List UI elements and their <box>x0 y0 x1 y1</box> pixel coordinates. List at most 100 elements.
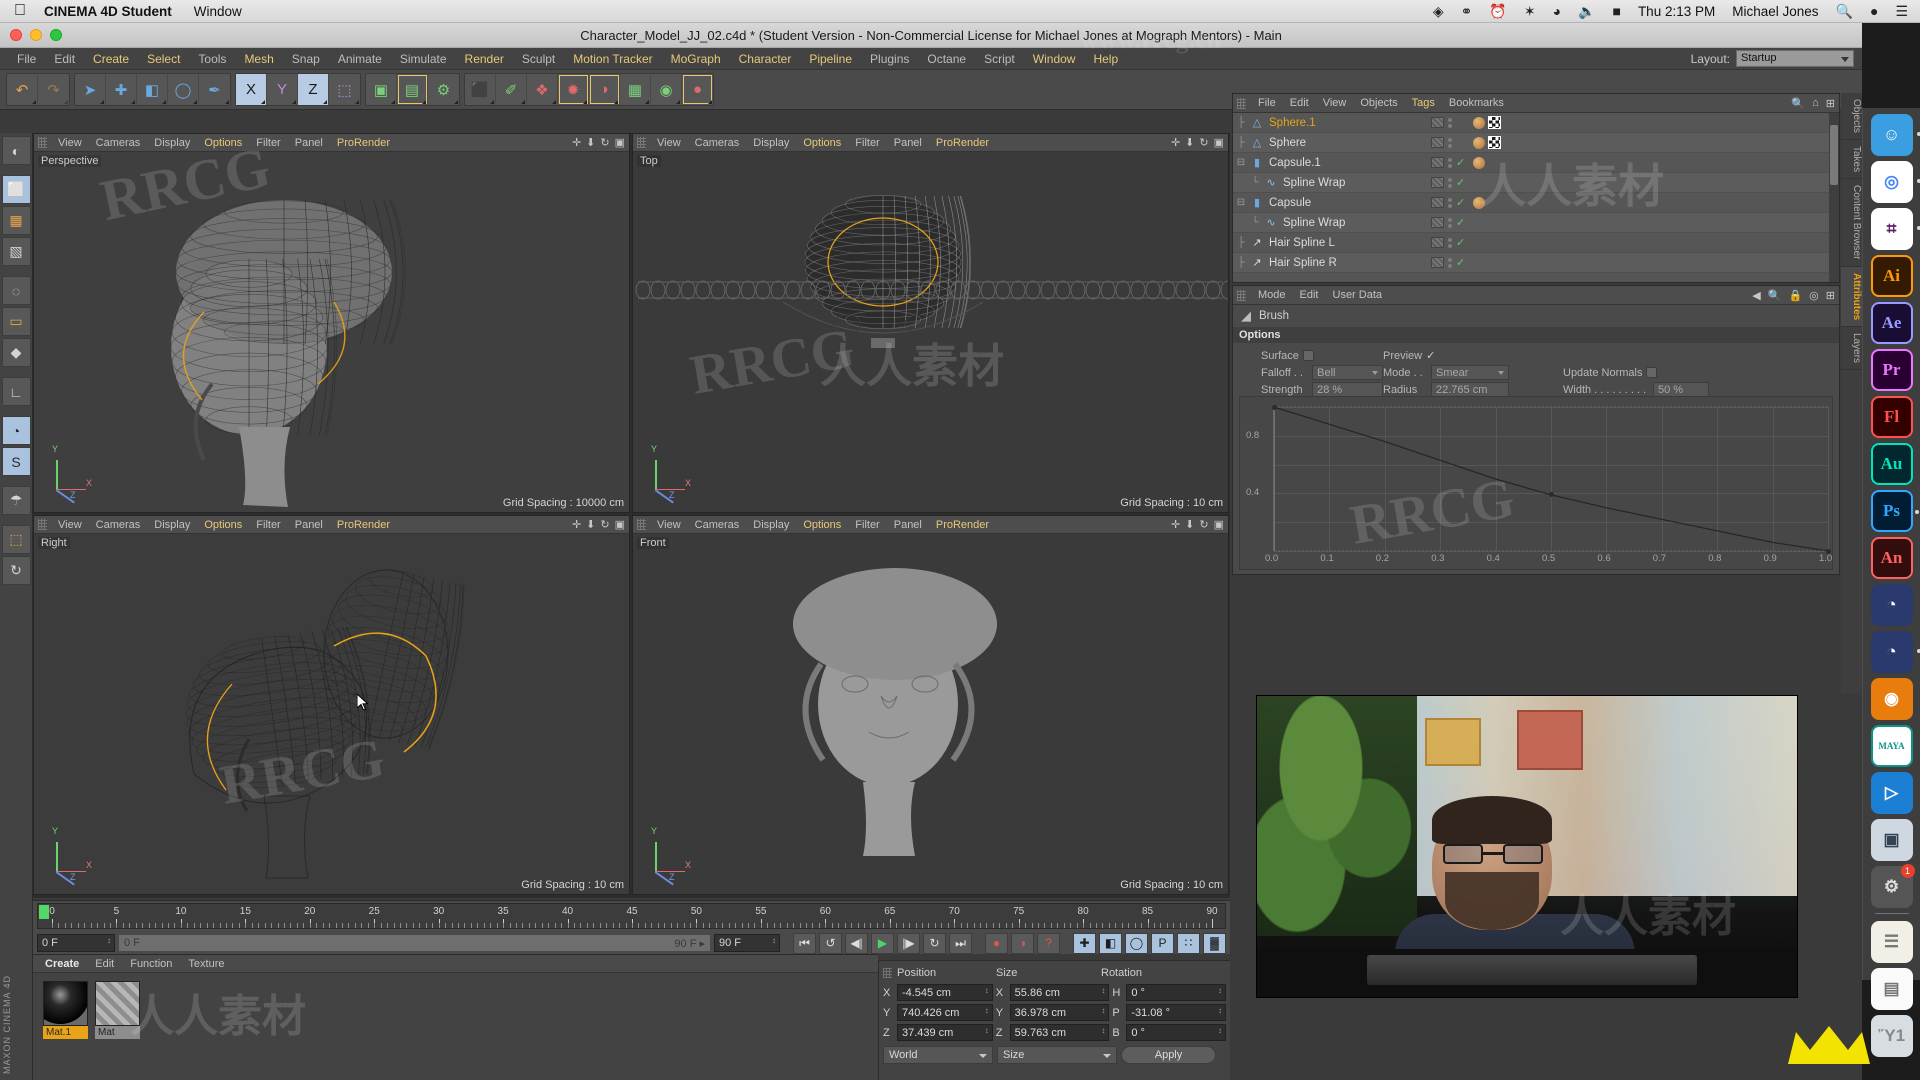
autokeying-button[interactable]: ◑ <box>1011 933 1034 954</box>
creative-cloud-icon[interactable]: ⚭ <box>1461 4 1473 18</box>
audition-icon[interactable]: Au <box>1871 443 1913 485</box>
polygon-mode-icon[interactable]: ◆ <box>2 338 31 367</box>
slack-icon[interactable]: ⌗ <box>1871 208 1913 250</box>
menu-octane[interactable]: Octane <box>918 48 975 70</box>
panel-grip-icon[interactable] <box>1237 98 1246 109</box>
chart-control-point[interactable] <box>1549 492 1554 497</box>
object-tree-connector[interactable]: └ <box>1247 177 1263 188</box>
menu-edit[interactable]: Edit <box>45 48 84 70</box>
viewport-menu-prorender[interactable]: ProRender <box>929 137 996 149</box>
material-item[interactable]: Mat <box>95 981 140 1039</box>
flash-icon[interactable]: Fl <box>1871 396 1913 438</box>
viewport-menu-view[interactable]: View <box>51 137 89 149</box>
viewport-menu-filter[interactable]: Filter <box>249 137 287 149</box>
coord-rotation-field[interactable]: -31.08 °↕ <box>1126 1004 1226 1021</box>
object-name[interactable]: Hair Spline L <box>1269 237 1335 249</box>
macos-active-app-name[interactable]: CINEMA 4D Student <box>44 4 172 19</box>
photoshop-icon[interactable]: Ps <box>1871 490 1913 532</box>
rotate-tool-icon[interactable]: ◯ <box>168 74 199 105</box>
panel-grip-icon[interactable] <box>637 137 646 148</box>
render-region-icon[interactable]: ▤ <box>397 74 428 105</box>
menu-tools[interactable]: Tools <box>189 48 235 70</box>
current-time-marker[interactable] <box>39 905 49 919</box>
viewport-right[interactable]: ViewCamerasDisplayOptionsFilterPanelProR… <box>33 515 630 895</box>
environment-icon[interactable]: ◑ <box>589 74 620 105</box>
quicktime-icon[interactable]: ▷ <box>1871 772 1913 814</box>
lock-icon[interactable]: 🔒 <box>1788 289 1802 302</box>
viewport-menu-panel[interactable]: Panel <box>288 519 330 531</box>
viewport-menu-display[interactable]: Display <box>746 137 796 149</box>
orbit-icon[interactable]: ↻ <box>1199 518 1208 531</box>
viewport-menu-view[interactable]: View <box>51 519 89 531</box>
menu-animate[interactable]: Animate <box>329 48 391 70</box>
finder-icon[interactable]: ☺ <box>1871 114 1913 156</box>
maya-icon[interactable]: MAYA <box>1871 725 1913 767</box>
object-row[interactable]: ├↗Hair Spline R✓ <box>1233 253 1829 273</box>
dropbox-icon[interactable]: ◈ <box>1433 4 1444 18</box>
object-name[interactable]: Hair Spline R <box>1269 257 1337 269</box>
object-visibility-editor-dot[interactable] <box>1448 238 1452 248</box>
menu-script[interactable]: Script <box>975 48 1024 70</box>
panel-grip-icon[interactable] <box>883 968 892 978</box>
object-name[interactable]: Capsule <box>1269 197 1311 209</box>
menu-simulate[interactable]: Simulate <box>391 48 456 70</box>
system-preferences-icon[interactable]: ⚙1 <box>1871 866 1913 908</box>
add-icon[interactable]: ⊞ <box>1826 289 1835 302</box>
point-mode-icon[interactable]: ◌ <box>2 276 31 305</box>
polygon-grid-icon[interactable]: ▧ <box>2 237 31 266</box>
axis-z-icon[interactable]: Z <box>298 74 329 105</box>
workplane-rotate-icon[interactable]: ↻ <box>2 556 31 585</box>
bluetooth-icon[interactable]: ✶ <box>1524 4 1536 18</box>
axis-y-icon[interactable]: Y <box>267 74 298 105</box>
material-tag[interactable] <box>1473 157 1485 169</box>
viewport-menu-cameras[interactable]: Cameras <box>89 519 148 531</box>
light-icon[interactable]: ● <box>682 74 713 105</box>
object-visibility-editor-dot[interactable] <box>1448 158 1452 168</box>
macos-user-name[interactable]: Michael Jones <box>1732 4 1818 19</box>
viewport-menu-options[interactable]: Options <box>796 519 848 531</box>
menu-pipeline[interactable]: Pipeline <box>800 48 861 70</box>
viewport-menu-options[interactable]: Options <box>197 519 249 531</box>
strength-field[interactable]: 28 % <box>1312 382 1383 397</box>
objmgr-menu-objects[interactable]: Objects <box>1353 97 1404 109</box>
uvw-tag[interactable] <box>1488 136 1501 149</box>
viewport-menu-filter[interactable]: Filter <box>249 519 287 531</box>
coord-position-field[interactable]: 740.426 cm↕ <box>897 1004 993 1021</box>
pan-icon[interactable]: ✛ <box>572 136 581 149</box>
object-enable-toggle[interactable] <box>1431 117 1444 128</box>
chart-control-point[interactable] <box>1826 549 1831 554</box>
search-icon[interactable]: 🔍 <box>1768 289 1782 302</box>
objmgr-menu-file[interactable]: File <box>1251 97 1283 109</box>
material-menu-texture[interactable]: Texture <box>180 958 232 970</box>
object-visible-check[interactable]: ✓ <box>1456 176 1465 189</box>
viewport-menu-prorender[interactable]: ProRender <box>330 137 397 149</box>
material-tag[interactable] <box>1473 197 1485 209</box>
siri-icon[interactable]: ● <box>1870 4 1878 18</box>
world-object-axis-icon[interactable]: ⬚ <box>329 74 360 105</box>
viewport-canvas[interactable]: RightGrid Spacing : 10 cmYXZ <box>34 534 629 894</box>
after-effects-icon[interactable]: Ae <box>1871 302 1913 344</box>
render-view-icon[interactable]: ▣ <box>366 74 397 105</box>
viewport-menu-filter[interactable]: Filter <box>848 519 886 531</box>
sculpt-brush-icon[interactable]: ✒ <box>199 74 230 105</box>
menu-help[interactable]: Help <box>1084 48 1127 70</box>
material-item[interactable]: Mat.1 <box>43 981 88 1039</box>
position-key-button[interactable]: ✚ <box>1073 933 1096 954</box>
menu-window[interactable]: Window <box>1024 48 1085 70</box>
panel-tab-takes[interactable]: Takes <box>1841 140 1862 179</box>
wifi-icon[interactable]: ◕ <box>1553 4 1561 18</box>
flag-icon[interactable]: ■ <box>1612 4 1620 18</box>
dolly-icon[interactable]: ⬇ <box>1185 518 1194 531</box>
object-row[interactable]: └∿Spline Wrap✓ <box>1233 173 1829 193</box>
material-swatch[interactable] <box>95 981 140 1026</box>
material-tag[interactable] <box>1473 117 1485 129</box>
webcam-video-overlay[interactable] <box>1256 695 1798 998</box>
preview-checkbox[interactable]: ✓ <box>1426 349 1435 362</box>
parameter-key-button[interactable]: P <box>1151 933 1174 954</box>
texture-mode-icon[interactable]: ▦ <box>2 206 31 235</box>
render-settings-icon[interactable]: ⚙ <box>428 74 459 105</box>
cinema4d-icon[interactable]: ◔ <box>1871 584 1913 626</box>
coord-rotation-field[interactable]: 0 °↕ <box>1126 984 1226 1001</box>
search-icon[interactable]: 🔍 <box>1836 4 1853 18</box>
notification-center-icon[interactable]: ☰ <box>1895 4 1908 18</box>
